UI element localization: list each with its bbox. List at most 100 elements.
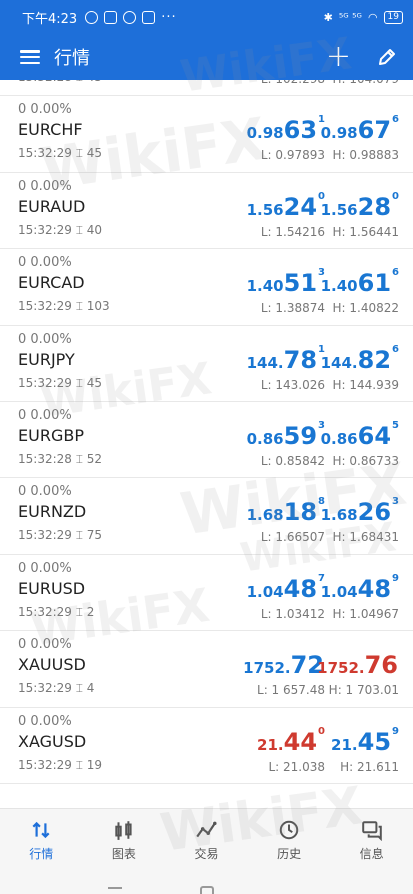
spread-icon: ⌶: [75, 299, 83, 314]
ask-price-main: 1.40: [320, 277, 358, 296]
quote-row-eurusd[interactable]: 0 0.00% EURUSD 15:32:29 ⌶ 2 1.04487 1.04489 L…: [0, 555, 413, 632]
high-price: H: 104.079: [332, 80, 399, 86]
quote-row-xagusd[interactable]: 0 0.00% XAGUSD 15:32:29 ⌶ 19 21.440 21.459 L:…: [0, 708, 413, 784]
high-price: H: 144.939: [332, 377, 399, 392]
change-percent: 0 0.00%: [18, 407, 72, 423]
bluetooth-icon: ✱: [323, 10, 333, 24]
change-percent: 0 0.00%: [18, 484, 72, 500]
spread-value: 2: [86, 604, 95, 619]
change-percent: 0 0.00%: [18, 331, 72, 347]
status-time: 下午4:23: [22, 11, 78, 27]
quote-meta: 15:32:29 ⌶ 19: [18, 758, 102, 773]
system-home-key[interactable]: [200, 886, 214, 894]
quote-time: 15:32:28: [18, 80, 72, 84]
quote-meta: 15:32:29 ⌶ 103: [18, 299, 110, 314]
app-notification-icon-2: [123, 10, 137, 24]
battery-icon: 19: [383, 10, 403, 24]
add-symbol-button[interactable]: +: [326, 42, 351, 72]
spread-value: 52: [86, 451, 103, 466]
nav-tab-trade[interactable]: 交易: [165, 809, 248, 872]
quote-row-eurjpy[interactable]: 0 0.00% EURJPY 15:32:29 ⌶ 45 144.781 144.826…: [0, 326, 413, 402]
high-price: H: 0.98883: [332, 148, 399, 163]
ask-price-pips: 48: [357, 574, 392, 603]
nav-tab-history[interactable]: 历史: [248, 809, 331, 872]
status-notification-icons: [85, 10, 156, 24]
nav-tab-label: 图表: [111, 847, 136, 861]
ask-price: 0.86645: [321, 420, 399, 450]
spread-value: 19: [86, 757, 103, 772]
spread-value: 4: [86, 681, 95, 696]
bid-price: 1.40513: [247, 267, 325, 298]
ask-price-main: 0.98: [320, 124, 358, 143]
bid-price: 1.04487: [246, 573, 325, 603]
quote-row-eurchf[interactable]: 0 0.00% EURCHF 15:32:29 ⌶ 45 0.98631 0.98676…: [0, 96, 413, 173]
quote-meta: 15:32:29 ⌶ 40: [18, 223, 102, 238]
history-icon: [279, 820, 299, 840]
bid-price: 1.56240: [246, 191, 325, 221]
quote-row-eurcad[interactable]: 0 0.00% EURCAD 15:32:29 ⌶ 103 1.40513 1.4061…: [0, 249, 413, 326]
symbol-name: XAUUSD: [18, 655, 86, 675]
low-price: L: 1 657.48: [257, 683, 325, 698]
quote-meta: 15:32:29 ⌶ 45: [18, 146, 102, 161]
quote-row-eurnzd[interactable]: 0 0.00% EURNZD 15:32:29 ⌶ 75 1.68188 1.68263…: [0, 478, 413, 555]
high-price: H: 21.611: [340, 759, 399, 774]
nav-tab-messages[interactable]: 信息: [330, 809, 413, 872]
system-nav-bar: [0, 872, 413, 894]
ask-price-point: 3: [392, 496, 399, 508]
quote-meta: 15:32:29 ⌶ 2: [18, 605, 94, 620]
quote-meta: 15:32:29 ⌶ 75: [18, 528, 102, 543]
ask-price-point: 6: [392, 267, 399, 279]
change-percent: 0 0.00%: [18, 560, 72, 576]
ask-price: 21.459: [331, 726, 399, 756]
symbol-name: XAGUSD: [18, 731, 87, 751]
low-price: L: 102.298: [261, 80, 325, 86]
spread-icon: ⌶: [75, 528, 83, 543]
bid-price-main: 1.04: [246, 582, 284, 601]
ask-price-pips: 64: [357, 421, 392, 450]
nav-tab-label: 交易: [194, 847, 219, 861]
low-price: L: 1.03412: [260, 606, 325, 621]
spread-value: 75: [86, 528, 103, 543]
app-notification-icon-3: [142, 10, 156, 24]
quote-row-euraud[interactable]: 0 0.00% EURAUD 15:32:29 ⌶ 40 1.56240 1.56280…: [0, 173, 413, 250]
quote-time: 15:32:29: [18, 528, 72, 543]
bid-price-pips: 78: [283, 345, 318, 374]
alarm-icon: [85, 10, 99, 24]
app-bar: 行情 +: [0, 34, 413, 80]
system-menu-key[interactable]: [108, 887, 122, 889]
wifi-icon: ◠: [367, 10, 378, 24]
nav-tab-quotes[interactable]: 行情: [0, 809, 83, 872]
spread-value: 45: [87, 80, 102, 84]
ask-price-main: 1.04: [320, 582, 358, 601]
symbol-name: EURJPY: [18, 349, 75, 369]
quotes-list[interactable]: CADJPY15:32:28 ⌶ 45102.35103.03L: 102.29…: [0, 80, 413, 808]
ask-price-pips: 76: [364, 651, 398, 680]
quote-meta: 15:32:29 ⌶ 4: [18, 681, 94, 696]
low-price: L: 21.038: [268, 759, 325, 774]
bid-price-main: 0.98: [246, 124, 284, 143]
bottom-nav: 行情 图表 交易 历史 信息: [0, 808, 413, 872]
quote-row-eurgbp[interactable]: 0 0.00% EURGBP 15:32:28 ⌶ 52 0.86593 0.86645…: [0, 402, 413, 479]
edit-button[interactable]: [377, 47, 397, 67]
ask-price-pips: 45: [357, 727, 392, 756]
symbol-name: EURUSD: [18, 578, 86, 598]
quote-meta: 15:32:29 ⌶ 45: [18, 376, 102, 391]
spread-icon: ⌶: [76, 80, 83, 84]
bid-price: 0.98631: [246, 114, 325, 145]
change-percent: 0 0.00%: [18, 637, 72, 653]
quote-row-xauusd[interactable]: 0 0.00% XAUUSD 15:32:29 ⌶ 4 1752.72 1752.76 L…: [0, 631, 413, 708]
high-price: H: 1.56441: [332, 224, 399, 239]
bid-price-pips: 24: [283, 192, 318, 221]
change-percent: 0 0.00%: [18, 102, 72, 118]
bid-price-pips: 63: [283, 116, 318, 145]
bid-price-pips: 51: [283, 269, 318, 298]
ask-price-point: 0: [392, 190, 399, 202]
menu-icon[interactable]: [20, 50, 40, 64]
page-title: 行情: [54, 48, 90, 69]
ask-price-pips: 26: [357, 498, 392, 527]
nav-tab-chart[interactable]: 图表: [83, 809, 166, 872]
bid-price-main: 1.56: [246, 200, 284, 219]
quote-row-cadjpy[interactable]: CADJPY15:32:28 ⌶ 45102.35103.03L: 102.29…: [0, 80, 413, 97]
symbol-name: EURNZD: [18, 502, 87, 522]
nav-tab-label: 历史: [277, 847, 302, 861]
